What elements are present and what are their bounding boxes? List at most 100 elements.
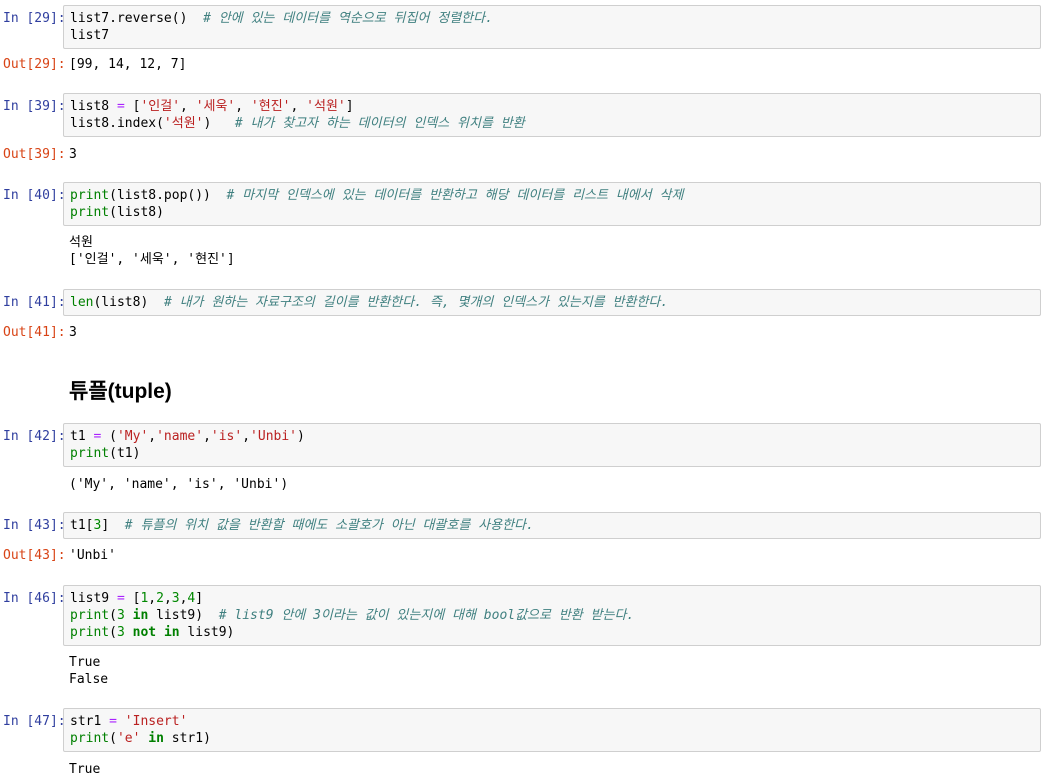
code-comment: # 안에 있는 데이터를 역순으로 뒤집어 정렬한다.	[203, 11, 493, 26]
code-token: ]	[345, 99, 354, 114]
code-token: t1	[70, 429, 94, 444]
code-token: list8	[70, 99, 117, 114]
code-comment: # 내가 찾고자 하는 데이터의 인덱스 위치를 반환	[234, 116, 525, 131]
code-token: list9	[70, 591, 117, 606]
code-cell-input[interactable]: list7.reverse() # 안에 있는 데이터를 역순으로 뒤집어 정렬…	[63, 5, 1041, 49]
input-prompt: In [39]:	[3, 99, 66, 114]
output-prompt: Out[29]:	[3, 57, 66, 72]
code-line: list7	[70, 27, 1034, 44]
code-line: list7.reverse() # 안에 있는 데이터를 역순으로 뒤집어 정렬…	[70, 10, 1034, 27]
code-token: list8.index(	[70, 116, 164, 131]
input-prompt: In [42]:	[3, 429, 66, 444]
code-token: ,	[235, 99, 251, 114]
output-line: 'Unbi'	[69, 548, 116, 563]
code-line: list8 = ['인걸', '세욱', '현진', '석원']	[70, 98, 1034, 115]
code-token: 'My'	[116, 429, 149, 444]
code-token: (	[109, 625, 117, 640]
code-token: (	[101, 429, 117, 444]
output-line: 석원	[69, 235, 93, 250]
code-token: (t1)	[109, 446, 141, 461]
code-token: )	[203, 116, 235, 131]
cell-output: [99, 14, 12, 7]	[69, 56, 186, 73]
code-comment: # list9 안에 3이라는 값이 있는지에 대해 bool값으로 반환 받는…	[218, 608, 635, 623]
code-line: len(list8) # 내가 원하는 자료구조의 길이를 반환한다. 즉, 몇…	[70, 294, 1034, 311]
code-token: )	[297, 429, 305, 444]
output-line: True	[69, 762, 101, 777]
code-token: '인걸'	[140, 99, 181, 114]
code-token: 'is'	[210, 429, 243, 444]
code-token: print	[70, 446, 110, 461]
output-line: ['인걸', '세욱', '현진']	[69, 252, 235, 267]
code-cell-input[interactable]: t1 = ('My','name','is','Unbi') print(t1)	[63, 423, 1041, 467]
code-token: in	[163, 625, 180, 640]
code-token: print	[70, 731, 110, 746]
code-token: ,	[163, 591, 172, 606]
code-line: print(list8.pop()) # 마지막 인덱스에 있는 데이터를 반환…	[70, 187, 1034, 204]
input-prompt: In [47]:	[3, 714, 66, 729]
code-cell-input[interactable]: str1 = 'Insert' print('e' in str1)	[63, 708, 1041, 752]
cell-output: 3	[69, 146, 77, 163]
code-token: ,	[148, 591, 157, 606]
output-line: 3	[69, 147, 77, 162]
cell-output: ('My', 'name', 'is', 'Unbi')	[69, 476, 288, 493]
code-cell-input[interactable]: list8 = ['인걸', '세욱', '현진', '석원'] list8.in…	[63, 93, 1041, 137]
code-token: in	[148, 731, 164, 746]
output-line: [99, 14, 12, 7]	[69, 57, 187, 72]
code-token: 2	[156, 591, 164, 606]
code-comment: # 내가 원하는 자료구조의 길이를 반환한다. 즉, 몇개의 인덱스가 있는지…	[163, 295, 669, 310]
code-comment: # 튜플의 위치 값을 반환할 때에도 소괄호가 아닌 대괄호를 사용한다.	[124, 518, 534, 533]
output-prompt: Out[43]:	[3, 548, 66, 563]
cell-output: True	[69, 761, 100, 778]
code-token: 'e'	[116, 731, 141, 746]
code-token: in	[132, 608, 149, 623]
code-token: =	[116, 591, 125, 606]
code-token: list9)	[179, 625, 235, 640]
code-token: (	[109, 608, 117, 623]
code-token: 3	[116, 608, 125, 623]
code-token: print	[70, 608, 110, 623]
code-line: list9 = [1,2,3,4]	[70, 590, 1034, 607]
cell-output: 석원 ['인걸', '세욱', '현진']	[69, 234, 235, 268]
output-prompt: Out[41]:	[3, 325, 66, 340]
code-cell-input[interactable]: t1[3] # 튜플의 위치 값을 반환할 때에도 소괄호가 아닌 대괄호를 사…	[63, 512, 1041, 539]
cell-output: True False	[69, 654, 108, 688]
code-token: '세욱'	[195, 99, 236, 114]
code-cell-input[interactable]: list9 = [1,2,3,4] print(3 in list9) # lis…	[63, 585, 1041, 646]
code-comment: # 마지막 인덱스에 있는 데이터를 반환하고 해당 데이터를 리스트 내에서 …	[226, 188, 684, 203]
code-token: '석원'	[163, 116, 204, 131]
code-cell-input[interactable]: len(list8) # 내가 원하는 자료구조의 길이를 반환한다. 즉, 몇…	[63, 289, 1041, 316]
output-prompt: Out[39]:	[3, 147, 66, 162]
code-token: not	[132, 625, 157, 640]
markdown-heading: 튜플(tuple)	[69, 380, 172, 403]
code-token: str1	[70, 714, 110, 729]
input-prompt: In [43]:	[3, 518, 66, 533]
code-token: 'name'	[156, 429, 204, 444]
code-line: list8.index('석원') # 내가 찾고자 하는 데이터의 인덱스 위…	[70, 115, 1034, 132]
code-token: len	[70, 295, 94, 310]
code-token: ,	[242, 429, 251, 444]
output-line: True	[69, 655, 101, 670]
output-line: ('My', 'name', 'is', 'Unbi')	[69, 477, 289, 492]
code-token: =	[116, 99, 125, 114]
code-token: =	[109, 714, 117, 729]
cell-output: 'Unbi'	[69, 547, 116, 564]
input-prompt: In [41]:	[3, 295, 66, 310]
code-token: (list8.pop())	[109, 188, 227, 203]
code-token: list7.reverse()	[70, 11, 204, 26]
code-token: print	[70, 625, 110, 640]
code-line: t1 = ('My','name','is','Unbi')	[70, 428, 1034, 445]
code-line: print(3 not in list9)	[70, 624, 1034, 641]
input-prompt: In [46]:	[3, 591, 66, 606]
code-token: list7	[70, 28, 110, 43]
code-token: print	[70, 188, 110, 203]
code-token: '현진'	[250, 99, 291, 114]
output-line: False	[69, 672, 109, 687]
code-token: str1)	[163, 731, 211, 746]
code-line: print(list8)	[70, 204, 1034, 221]
code-line: print(3 in list9) # list9 안에 3이라는 값이 있는지…	[70, 607, 1034, 624]
code-cell-input[interactable]: print(list8.pop()) # 마지막 인덱스에 있는 데이터를 반환…	[63, 182, 1041, 226]
